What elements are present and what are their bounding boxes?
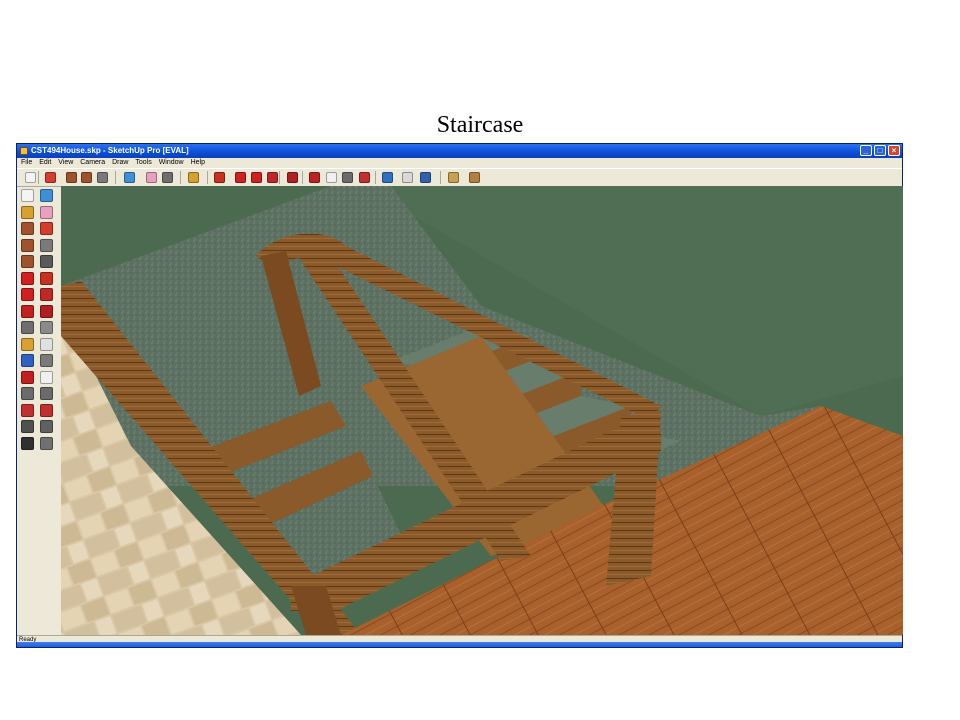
arc-icon[interactable] — [40, 238, 53, 252]
axes-icon[interactable] — [21, 354, 34, 367]
large-tool-set-toolbar — [17, 186, 62, 635]
rectangle-icon[interactable] — [21, 222, 34, 235]
toolbar-separator — [440, 171, 441, 184]
share-model-icon[interactable] — [402, 172, 413, 183]
close-button[interactable]: × — [888, 145, 900, 156]
menu-edit[interactable]: Edit — [39, 159, 51, 166]
menu-bar: File Edit View Camera Draw Tools Window … — [17, 158, 902, 168]
toolbar-separator — [38, 171, 39, 184]
toolbar-separator — [375, 171, 376, 184]
pan-icon[interactable] — [326, 172, 337, 183]
text-icon[interactable] — [40, 337, 53, 351]
rectangle-icon[interactable] — [66, 172, 77, 183]
windows-taskbar — [17, 642, 902, 647]
offset-icon[interactable] — [287, 172, 298, 183]
walk-icon[interactable] — [21, 436, 34, 450]
arc-icon[interactable] — [97, 172, 108, 183]
paint-bucket-icon[interactable] — [188, 172, 199, 183]
maximize-button[interactable]: □ — [874, 145, 886, 156]
toolbar-separator — [180, 171, 181, 184]
orbit-icon[interactable] — [21, 370, 34, 384]
look-around-icon[interactable] — [40, 420, 53, 433]
circle-icon[interactable] — [21, 238, 34, 252]
sketchup-app-icon — [20, 147, 28, 155]
push-pull-icon[interactable] — [40, 271, 53, 285]
select-icon[interactable] — [21, 189, 34, 202]
circle-icon[interactable] — [81, 172, 92, 183]
follow-me-icon[interactable] — [40, 288, 53, 301]
position-camera-icon[interactable] — [21, 420, 34, 433]
move-icon[interactable] — [21, 271, 34, 285]
title-bar[interactable]: CST494House.skp - SketchUp Pro [EVAL] _ … — [17, 144, 902, 158]
zoom-window-icon[interactable] — [40, 387, 53, 400]
zoom-extents-icon[interactable] — [21, 403, 34, 417]
staircase-model — [61, 186, 903, 635]
menu-window[interactable]: Window — [159, 159, 184, 166]
menu-file[interactable]: File — [21, 159, 32, 166]
dimension-icon[interactable] — [40, 321, 53, 334]
eraser-icon[interactable] — [40, 205, 53, 219]
toolbar-separator — [115, 171, 116, 184]
3d-text-icon[interactable] — [40, 354, 53, 367]
pan-icon[interactable] — [40, 370, 53, 384]
orbit-icon[interactable] — [309, 172, 320, 183]
select-icon[interactable] — [25, 172, 36, 183]
tape-measure-icon[interactable] — [21, 321, 34, 334]
slide-title: Staircase — [436, 112, 524, 138]
move-icon[interactable] — [235, 172, 246, 183]
polygon-icon[interactable] — [21, 255, 34, 268]
scale-icon[interactable] — [21, 304, 34, 318]
paint-bucket-icon[interactable] — [21, 205, 34, 219]
minimize-button[interactable]: _ — [860, 145, 872, 156]
menu-view[interactable]: View — [58, 159, 73, 166]
pencil-icon[interactable] — [45, 172, 56, 183]
menu-camera[interactable]: Camera — [80, 159, 105, 166]
toolbar-separator — [279, 171, 280, 184]
window-title: CST494House.skp - SketchUp Pro [EVAL] — [31, 146, 189, 155]
extension-warehouse-icon[interactable] — [469, 172, 480, 183]
tape-measure-icon[interactable] — [162, 172, 173, 183]
freehand-icon[interactable] — [40, 255, 53, 268]
protractor-icon[interactable] — [21, 337, 34, 351]
menu-draw[interactable]: Draw — [112, 159, 128, 166]
get-models-icon[interactable] — [382, 172, 393, 183]
component-warehouse-icon[interactable] — [448, 172, 459, 183]
main-toolbar — [17, 168, 902, 187]
push-pull-icon[interactable] — [214, 172, 225, 183]
google-earth-icon[interactable] — [420, 172, 431, 183]
toolbar-separator — [207, 171, 208, 184]
offset-icon[interactable] — [40, 304, 53, 318]
make-component-icon[interactable] — [124, 172, 135, 183]
section-plane-icon[interactable] — [40, 436, 53, 450]
zoom-icon[interactable] — [342, 172, 353, 183]
zoom-extents-icon[interactable] — [359, 172, 370, 183]
sketchup-window: CST494House.skp - SketchUp Pro [EVAL] _ … — [16, 143, 903, 648]
toolbar-separator — [302, 171, 303, 184]
model-viewport[interactable] — [61, 186, 903, 635]
line-icon[interactable] — [40, 222, 53, 235]
previous-view-icon[interactable] — [40, 403, 53, 417]
menu-tools[interactable]: Tools — [135, 159, 151, 166]
make-component-icon[interactable] — [40, 189, 53, 202]
rotate-icon[interactable] — [21, 288, 34, 301]
zoom-icon[interactable] — [21, 387, 34, 400]
rotate-icon[interactable] — [251, 172, 262, 183]
menu-help[interactable]: Help — [191, 159, 205, 166]
eraser-icon[interactable] — [146, 172, 157, 183]
follow-me-icon[interactable] — [267, 172, 278, 183]
